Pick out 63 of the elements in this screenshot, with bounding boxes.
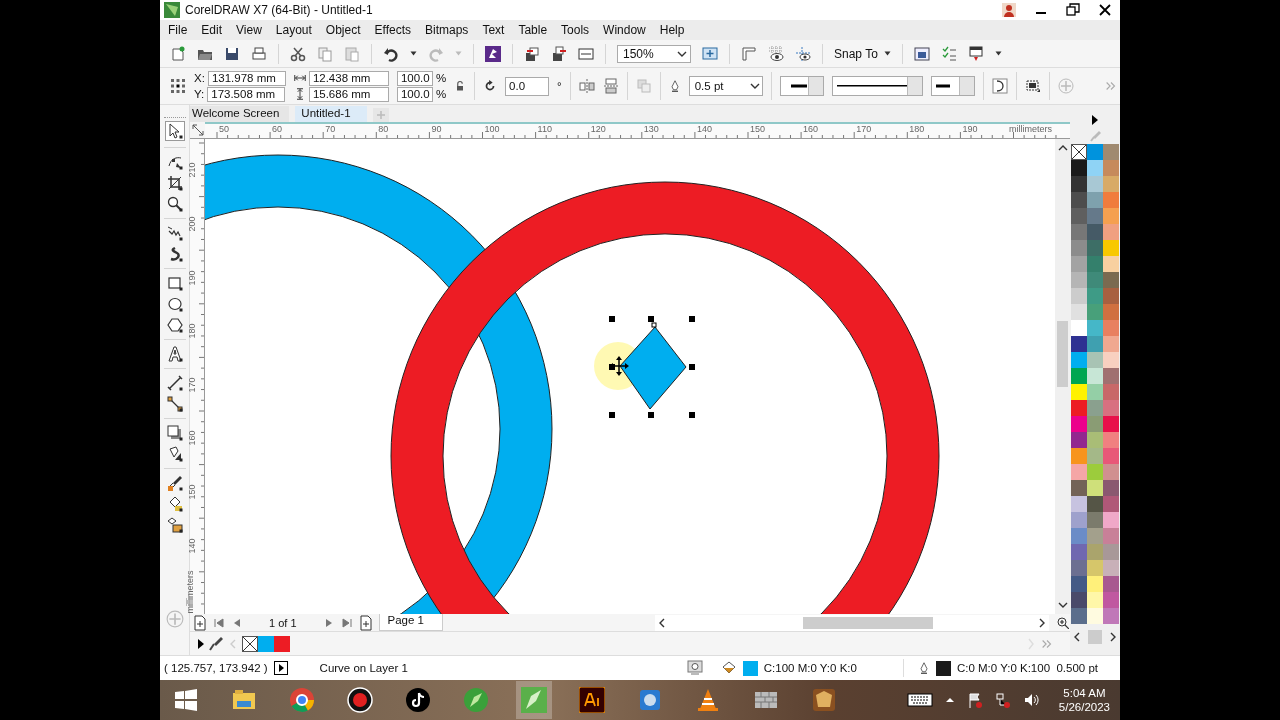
height-field[interactable]: 15.686 mm <box>308 86 389 102</box>
ruler-label: 160 <box>186 430 197 446</box>
menu-item[interactable]: Layout <box>269 23 320 37</box>
ruler-label: 170 <box>186 377 197 393</box>
ruler-label: 180 <box>909 123 925 134</box>
ruler-label: 140 <box>186 538 197 554</box>
page-count: 1 of 1 <box>268 616 298 629</box>
unit-label: % <box>435 72 447 84</box>
ruler-label: 190 <box>186 270 197 286</box>
ruler-label: 210 <box>186 162 197 178</box>
ruler-label: 90 <box>431 123 442 134</box>
ruler-label: 130 <box>643 123 659 134</box>
clock-time[interactable]: 5:04 AM <box>1063 687 1106 699</box>
page-tab[interactable]: Page 1 <box>378 614 443 632</box>
ruler-label: 140 <box>696 123 712 134</box>
clock-date[interactable]: 5/26/2023 <box>1058 701 1110 713</box>
menu-item[interactable]: Effects <box>368 23 419 37</box>
menu-item[interactable]: Table <box>512 23 556 37</box>
ruler-label: 180 <box>186 323 197 339</box>
ruler-label: 160 <box>803 123 819 134</box>
width-field[interactable]: 12.438 mm <box>308 70 389 86</box>
fill-color-values: C:100 M:0 Y:0 K:0 <box>763 662 857 674</box>
object-info: Curve on Layer 1 <box>319 662 408 674</box>
field-label: Y: <box>194 88 205 100</box>
menu-item[interactable]: Object <box>319 23 369 37</box>
ruler-label: 190 <box>962 123 978 134</box>
menu-item[interactable]: Text <box>476 23 513 37</box>
y-position-field[interactable]: 173.508 mm <box>207 86 286 102</box>
document-tab[interactable]: Untitled-1 <box>295 105 367 122</box>
ruler-label: 170 <box>856 123 872 134</box>
menu-item[interactable]: View <box>230 23 270 37</box>
menu-item[interactable]: File <box>162 23 196 37</box>
cursor-coordinates: ( 125.757, 173.942 ) <box>164 662 268 674</box>
scale-width-field[interactable]: 100.0 <box>396 70 433 86</box>
x-position-field[interactable]: 131.978 mm <box>207 70 286 86</box>
menu-item[interactable]: Help <box>653 23 693 37</box>
menu-item[interactable]: Edit <box>195 23 231 37</box>
outline-width-dropdown[interactable]: 0.5 pt <box>688 76 763 96</box>
window-title: CorelDRAW X7 (64-Bit) - Untitled-1 <box>185 3 374 17</box>
ruler-unit: millimeters <box>1009 123 1052 134</box>
menu-item[interactable]: Tools <box>555 23 598 37</box>
document-tab[interactable]: Welcome Screen <box>190 105 290 122</box>
unit-label: % <box>435 88 447 100</box>
zoom-level-dropdown[interactable]: 150% <box>617 44 691 63</box>
menu-item[interactable]: Window <box>597 23 654 37</box>
ruler-unit: millimeters <box>184 570 195 614</box>
ruler-label: 80 <box>378 123 389 134</box>
ruler-label: 120 <box>590 123 606 134</box>
ruler-label: 150 <box>186 484 197 500</box>
menu-item[interactable]: Bitmaps <box>419 23 477 37</box>
outline-color-values: C:0 M:0 Y:0 K:100 0.500 pt <box>956 662 1098 674</box>
ruler-label: 100 <box>484 123 500 134</box>
ruler-label: 50 <box>219 123 229 134</box>
snap-to-dropdown[interactable]: Snap To <box>834 46 891 61</box>
unit-label: ° <box>557 80 562 92</box>
rotation-field[interactable]: 0.0 <box>505 76 550 96</box>
ruler-label: 70 <box>325 123 336 134</box>
field-label: X: <box>194 72 205 84</box>
ruler-label: 110 <box>537 123 552 134</box>
scale-height-field[interactable]: 100.0 <box>396 86 433 102</box>
ruler-label: 150 <box>750 123 766 134</box>
ruler-label: 60 <box>272 123 283 134</box>
ruler-label: 200 <box>186 216 197 232</box>
